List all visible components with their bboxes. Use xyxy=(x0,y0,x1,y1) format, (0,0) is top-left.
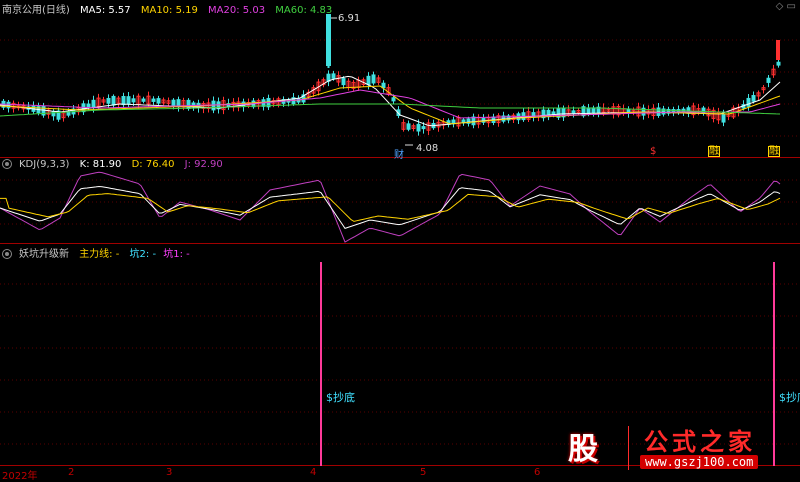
candle-body xyxy=(341,78,346,86)
ma5-label: MA5: 5.57 xyxy=(80,5,131,16)
candle-body xyxy=(6,101,11,109)
indicator-title: 妖坑升级新 xyxy=(19,249,69,260)
spike-candle-body xyxy=(326,14,331,66)
price-header: 南京公用(日线) MA5: 5.57 MA10: 5.19 MA20: 5.03… xyxy=(2,1,339,16)
signal-text: $抄底 xyxy=(779,391,800,404)
candle-body xyxy=(91,99,96,109)
gear-icon[interactable] xyxy=(2,249,12,259)
candle-body xyxy=(721,113,726,123)
candle-body xyxy=(106,97,111,104)
kdj-k-line xyxy=(0,185,781,229)
candle-body xyxy=(171,99,176,106)
high-price-label: 6.91 xyxy=(338,13,361,24)
kdj-j-label: J: 92.90 xyxy=(184,159,223,170)
candle-body xyxy=(331,73,336,79)
candle-body xyxy=(746,97,751,107)
candle-body xyxy=(776,61,781,66)
candle-body xyxy=(366,75,371,86)
low-price-label: 4.08 xyxy=(416,143,439,154)
main-line-label: 主力线: - xyxy=(79,249,120,260)
logo-glyph: 股 xyxy=(568,432,598,467)
logo-title: 公式之家 xyxy=(644,427,756,456)
candle-body xyxy=(656,107,661,116)
candle-body xyxy=(141,98,146,102)
ma20-label: MA20: 5.03 xyxy=(208,5,266,16)
kdj-k-label: K: 81.90 xyxy=(79,159,122,170)
kdj-title: KDJ(9,3,3) xyxy=(19,159,70,170)
keng1-label: 坑1: - xyxy=(163,249,190,260)
candle-body xyxy=(571,110,576,114)
candle-body xyxy=(391,97,396,102)
candle-body xyxy=(591,107,596,114)
indicator-header: 妖坑升级新 主力线: - 坑2: - 坑1: - xyxy=(2,245,197,260)
candle-body xyxy=(381,82,386,89)
candle-body xyxy=(751,95,756,102)
signal-text: $抄底 xyxy=(326,391,355,404)
price-pane[interactable]: 南京公用(日线) MA5: 5.57 MA10: 5.19 MA20: 5.03… xyxy=(0,0,800,161)
keng2-label: 坑2: - xyxy=(129,249,157,260)
ma60-label: MA60: 4.83 xyxy=(275,5,333,16)
candle-body xyxy=(421,126,426,130)
x-tick: 3 xyxy=(166,467,173,478)
kdj-pane[interactable]: KDJ(9,3,3) K: 81.90 D: 76.40 J: 92.90 xyxy=(0,158,800,244)
candle-body xyxy=(701,107,706,114)
logo-divider xyxy=(628,426,629,470)
ma10-label: MA10: 5.19 xyxy=(140,5,198,16)
kdj-j-line xyxy=(0,171,781,243)
margin-mark[interactable]: 融 xyxy=(768,146,780,157)
gear-icon[interactable] xyxy=(2,159,12,169)
candle-body xyxy=(471,116,476,126)
x-tick: 5 xyxy=(420,467,427,478)
x-tick: 6 xyxy=(534,467,541,478)
kdj-d-line xyxy=(0,193,781,222)
x-tick: 4 xyxy=(310,467,317,478)
candle-body xyxy=(416,123,421,132)
candle-body xyxy=(111,95,116,106)
candle-body xyxy=(151,98,156,102)
candle-body xyxy=(121,96,126,106)
candle-body xyxy=(406,123,411,130)
watermark-logo: 股 公式之家 www.gszj100.com xyxy=(556,418,782,474)
candle-body xyxy=(51,110,56,117)
stock-title: 南京公用(日线) xyxy=(2,5,70,16)
kdj-d-label: D: 76.40 xyxy=(131,159,175,170)
kdj-chart xyxy=(0,171,800,244)
candle-body xyxy=(766,77,771,83)
kdj-header: KDJ(9,3,3) K: 81.90 D: 76.40 J: 92.90 xyxy=(2,159,230,170)
candlestick-chart xyxy=(0,14,800,158)
candle-body xyxy=(131,98,136,103)
margin-mark[interactable]: 融 xyxy=(708,146,720,157)
x-tick: 2 xyxy=(68,467,75,478)
candle-body xyxy=(371,74,376,84)
last-candle xyxy=(776,40,780,60)
candle-body xyxy=(186,99,191,110)
logo-url: www.gszj100.com xyxy=(640,455,759,469)
candle-body xyxy=(156,98,161,104)
window-controls[interactable]: ◇ ▭ xyxy=(776,1,796,12)
candle-body xyxy=(126,96,131,105)
dollar-mark[interactable]: $ xyxy=(650,146,656,157)
